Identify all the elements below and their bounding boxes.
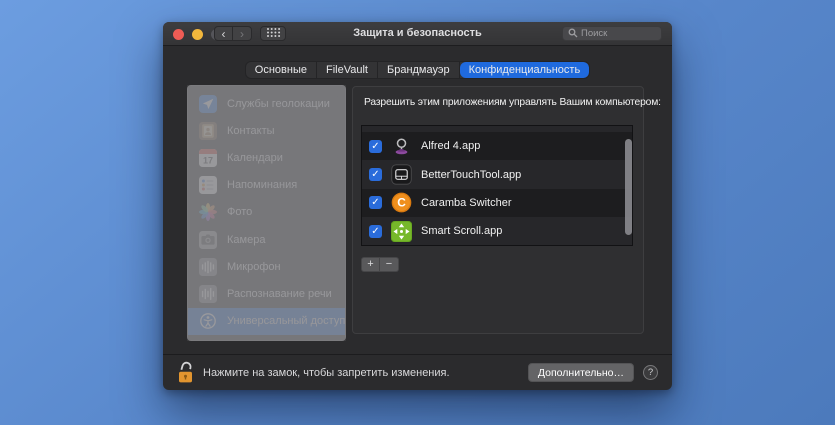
app-row-alfred: ✓ Alfred 4.app [362,132,632,160]
sidebar-item-photos[interactable]: Фото [188,199,345,226]
sidebar-item-label: Контакты [227,125,275,137]
sidebar-item-label: Календари [227,152,283,164]
app-row-bettertouchtool: ✓ BetterTouchTool.app [362,160,632,188]
tab-Основные[interactable]: Основные [246,62,317,78]
app-checkbox-alfred[interactable]: ✓ [369,140,382,153]
sidebar-item-contacts[interactable]: Контакты [188,117,345,144]
nav-buttons: ‹ › [214,26,252,41]
tab-Конфиденциальность[interactable]: Конфиденциальность [460,62,590,78]
bettertouchtool-app-icon [391,164,412,185]
app-row-smart-scroll: ✓ Smart Scroll.app [362,217,632,245]
footer-bar: Нажмите на замок, чтобы запретить измене… [163,354,672,390]
contacts-icon [199,122,217,140]
tab-Брандмауэр[interactable]: Брандмауэр [378,62,460,78]
reminders-icon [199,176,217,194]
list-scrollbar-thumb[interactable] [625,139,632,235]
add-remove-controls: + − [361,257,399,272]
close-button[interactable] [173,29,184,40]
sidebar-item-calendar[interactable]: 17 Календари [188,144,345,171]
calendar-icon: 17 [199,149,217,167]
advanced-button[interactable]: Дополнительно… [528,363,634,382]
privacy-category-list: Службы геолокации Контакты 17 Календари Напо… [187,85,346,341]
add-app-button[interactable]: + [361,257,380,272]
search-icon [568,25,578,43]
app-name-label: Alfred 4.app [421,140,480,152]
smart-scroll-app-icon [391,221,412,242]
camera-icon [199,231,217,249]
sidebar-item-label: Микрофон [227,261,281,273]
back-button[interactable]: ‹ [214,26,233,41]
app-checkbox-smart-scroll[interactable]: ✓ [369,225,382,238]
minimize-button[interactable] [192,29,203,40]
alfred-app-icon [391,136,412,157]
speech-recognition-icon [199,285,217,303]
sidebar-item-label: Напоминания [227,179,297,191]
forward-button: › [233,26,252,41]
app-name-label: BetterTouchTool.app [421,169,521,181]
svg-text:C: C [397,196,406,210]
microphone-icon [199,258,217,276]
sidebar-item-label: Службы геолокации [227,98,330,110]
app-name-label: Caramba Switcher [421,197,511,209]
desktop-background: ‹ › Защита и безопасность [0,0,835,425]
tab-FileVault[interactable]: FileVault [317,62,378,78]
sidebar-item-accessibility[interactable]: Универсальный доступ [188,308,345,335]
sidebar-item-microphone[interactable]: Микрофон [188,253,345,280]
sidebar-item-label: Фото [227,206,252,218]
sidebar-item-label: Универсальный доступ [227,315,345,327]
caramba-switcher-app-icon: C [391,192,412,213]
security-preferences-window: ‹ › Защита и безопасность [163,22,672,390]
app-row-caramba-switcher: ✓ C Caramba Switcher [362,189,632,217]
accessibility-icon [199,312,217,330]
sidebar-item-reminders[interactable]: Напоминания [188,172,345,199]
lock-hint-text: Нажмите на замок, чтобы запретить измене… [203,367,450,379]
sidebar-item-label: Распознавание речи [227,288,332,300]
help-button[interactable]: ? [643,365,658,380]
svg-text:17: 17 [203,155,213,165]
sidebar-item-location-services[interactable]: Службы геолокации [188,90,345,117]
tab-bar: ОсновныеFileVaultБрандмауэрКонфиденциаль… [163,61,672,79]
location-services-icon [199,95,217,113]
grid-icon [266,26,281,41]
app-name-label: Smart Scroll.app [421,225,502,237]
unlocked-padlock-icon[interactable] [177,360,194,386]
panel-header-text: Разрешить этим приложениям управлять Ваш… [364,97,661,108]
titlebar[interactable]: ‹ › Защита и безопасность [163,22,672,46]
show-all-button[interactable] [260,26,286,41]
allowed-apps-list: ✓ Alfred 4.app ✓ BetterTouchTool.app ✓ C Caram… [361,125,633,246]
search-input[interactable]: Поиск [562,26,662,41]
sidebar-item-label: Камера [227,234,265,246]
sidebar-item-speech-recognition[interactable]: Распознавание речи [188,280,345,307]
app-checkbox-bettertouchtool[interactable]: ✓ [369,168,382,181]
remove-app-button[interactable]: − [380,257,399,272]
sidebar-item-camera[interactable]: Камера [188,226,345,253]
search-placeholder: Поиск [581,28,607,39]
privacy-panel: Разрешить этим приложениям управлять Ваш… [352,86,644,334]
photos-icon [199,203,217,221]
app-checkbox-caramba-switcher[interactable]: ✓ [369,196,382,209]
